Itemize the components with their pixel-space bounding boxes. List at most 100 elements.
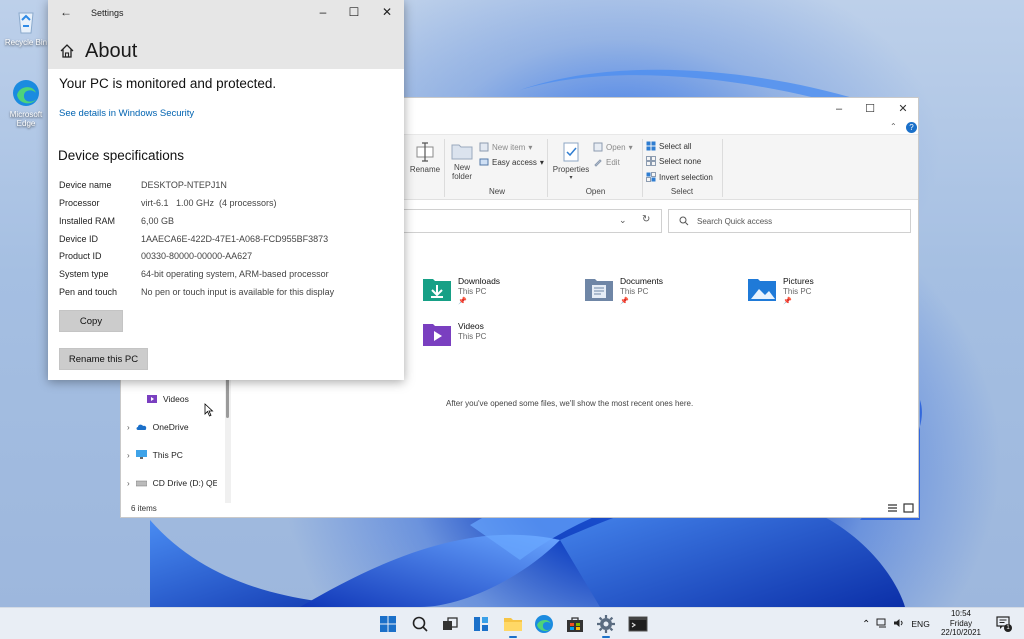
windows-security-link[interactable]: See details in Windows Security bbox=[59, 108, 194, 119]
folder-tile-documents[interactable]: Documents This PC 📌 bbox=[584, 274, 734, 308]
store-icon bbox=[567, 617, 583, 632]
address-history-dropdown-icon[interactable]: ⌄ bbox=[619, 215, 627, 226]
taskbar-terminal[interactable] bbox=[627, 613, 649, 635]
settings-header: ← Settings – ☐ ✕ About bbox=[48, 0, 404, 69]
ribbon-collapse-icon[interactable]: ⌃ bbox=[890, 122, 897, 131]
notification-badge: 1 bbox=[1004, 624, 1012, 632]
language-indicator[interactable]: ENG bbox=[911, 619, 929, 629]
taskbar-file-explorer[interactable] bbox=[502, 613, 524, 638]
onedrive-icon bbox=[136, 424, 146, 430]
open-button[interactable]: Open ▾ bbox=[593, 140, 633, 154]
status-bar: 6 items bbox=[121, 499, 918, 517]
chevron-right-icon[interactable]: › bbox=[127, 451, 130, 460]
folder-tile-downloads[interactable]: Downloads This PC 📌 bbox=[422, 274, 572, 308]
active-indicator bbox=[509, 636, 517, 638]
copy-button[interactable]: Copy bbox=[59, 310, 123, 332]
taskbar-edge[interactable] bbox=[533, 613, 555, 635]
invert-selection-button[interactable]: Invert selection bbox=[646, 170, 713, 184]
select-all-icon bbox=[646, 141, 656, 151]
nav-item-videos[interactable]: Videos bbox=[147, 391, 189, 407]
minimize-icon[interactable]: – bbox=[832, 102, 846, 116]
back-arrow-icon[interactable]: ← bbox=[60, 5, 72, 19]
ribbon-group-label: Open bbox=[585, 187, 606, 196]
select-none-button[interactable]: Select none bbox=[646, 154, 701, 168]
close-icon[interactable]: ✕ bbox=[380, 5, 394, 19]
edit-icon bbox=[593, 157, 603, 167]
new-folder-icon bbox=[451, 144, 473, 160]
refresh-icon[interactable]: ↻ bbox=[642, 214, 650, 225]
task-view-icon bbox=[443, 617, 458, 630]
maximize-icon[interactable]: ☐ bbox=[863, 102, 877, 116]
new-item-button[interactable]: New item ▾ bbox=[479, 140, 532, 154]
chevron-right-icon[interactable]: › bbox=[127, 423, 130, 432]
widgets-icon bbox=[474, 617, 488, 631]
item-count: 6 items bbox=[131, 503, 157, 513]
this-pc-icon bbox=[135, 450, 147, 459]
widgets-button[interactable] bbox=[470, 613, 492, 635]
system-tray: ⌃ ENG bbox=[862, 608, 930, 639]
pin-icon: 📌 bbox=[783, 298, 792, 305]
desktop-icon-edge[interactable]: Microsoft Edge bbox=[2, 78, 50, 128]
help-icon[interactable]: ? bbox=[906, 122, 917, 133]
documents-folder-icon bbox=[585, 279, 613, 301]
maximize-icon[interactable]: ☐ bbox=[347, 5, 361, 19]
mouse-cursor-icon bbox=[204, 403, 214, 417]
new-folder-button[interactable]: New folder bbox=[447, 141, 477, 181]
large-icons-view-icon[interactable] bbox=[903, 503, 914, 514]
minimize-icon[interactable]: – bbox=[316, 5, 330, 19]
volume-icon[interactable] bbox=[893, 618, 905, 630]
select-none-icon bbox=[646, 156, 656, 166]
desktop-icon-recycle-bin[interactable]: Recycle Bin bbox=[2, 6, 50, 47]
settings-window-title: Settings bbox=[91, 8, 124, 18]
protection-status: Your PC is monitored and protected. bbox=[59, 76, 277, 91]
nav-item-onedrive[interactable]: › OneDrive bbox=[127, 419, 189, 435]
edge-icon bbox=[535, 615, 553, 633]
taskbar-settings[interactable] bbox=[595, 613, 617, 638]
device-specifications-heading: Device specifications bbox=[58, 148, 185, 163]
chevron-right-icon[interactable]: › bbox=[127, 479, 130, 488]
new-item-icon bbox=[479, 142, 489, 152]
edit-button[interactable]: Edit bbox=[593, 155, 620, 169]
rename-button[interactable]: Rename bbox=[408, 141, 442, 174]
folder-tile-pictures[interactable]: Pictures This PC 📌 bbox=[747, 274, 897, 308]
taskbar-store[interactable] bbox=[564, 613, 586, 635]
network-icon[interactable] bbox=[876, 618, 888, 630]
ribbon-group-label: New bbox=[488, 187, 505, 196]
cd-drive-icon bbox=[135, 480, 147, 487]
recent-files-message: After you've opened some files, we'll sh… bbox=[446, 399, 694, 408]
details-view-icon[interactable] bbox=[887, 503, 898, 514]
search-icon bbox=[679, 216, 689, 226]
recycle-bin-icon bbox=[11, 6, 41, 36]
task-view-button[interactable] bbox=[439, 613, 461, 635]
start-button[interactable] bbox=[377, 613, 399, 635]
ribbon-separator bbox=[547, 139, 548, 197]
notification-center-button[interactable]: 1 bbox=[996, 616, 1012, 632]
rename-icon bbox=[416, 142, 434, 162]
edge-icon bbox=[11, 78, 41, 108]
search-placeholder: Search Quick access bbox=[697, 216, 773, 226]
ribbon-separator bbox=[722, 139, 723, 197]
search-input[interactable]: Search Quick access bbox=[668, 209, 911, 233]
home-icon[interactable] bbox=[59, 43, 75, 59]
clock-date: 22/10/2021 bbox=[940, 628, 982, 637]
easy-access-button[interactable]: Easy access ▾ bbox=[479, 155, 544, 169]
select-all-button[interactable]: Select all bbox=[646, 139, 691, 153]
active-indicator bbox=[602, 636, 610, 638]
rename-pc-button[interactable]: Rename this PC bbox=[59, 348, 148, 370]
dropdown-arrow-icon: ▾ bbox=[569, 175, 573, 181]
chevron-up-icon[interactable]: ⌃ bbox=[862, 619, 870, 630]
dropdown-arrow-icon: ▾ bbox=[539, 157, 544, 167]
properties-button[interactable]: Properties ▾ bbox=[549, 141, 593, 183]
nav-item-this-pc[interactable]: › This PC bbox=[127, 447, 183, 463]
close-icon[interactable]: ✕ bbox=[896, 102, 910, 116]
clock[interactable]: 10:54 Friday 22/10/2021 bbox=[932, 609, 990, 638]
videos-icon bbox=[147, 395, 157, 403]
settings-window: ← Settings – ☐ ✕ About Your PC is monito… bbox=[48, 0, 404, 380]
taskbar-search-button[interactable] bbox=[409, 613, 431, 635]
pin-icon: 📌 bbox=[458, 298, 467, 305]
clock-time: 10:54 bbox=[950, 609, 972, 618]
page-title: About bbox=[85, 40, 138, 62]
nav-item-cd-drive[interactable]: › CD Drive (D:) QEM bbox=[127, 475, 217, 491]
dropdown-arrow-icon: ▾ bbox=[528, 142, 533, 152]
folder-tile-videos[interactable]: Videos This PC bbox=[422, 319, 572, 353]
